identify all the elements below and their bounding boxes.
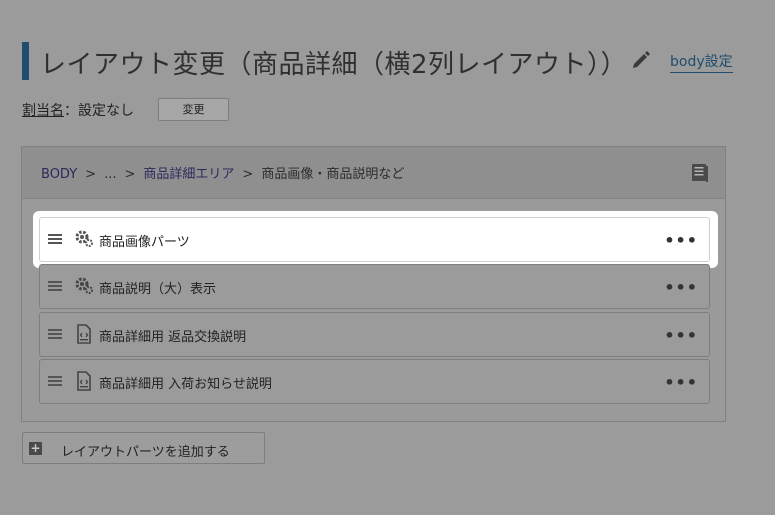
- breadcrumb-ellipsis[interactable]: ...: [104, 167, 116, 182]
- assignment-row: 割当名：設定なし: [22, 100, 134, 120]
- add-layout-part-button[interactable]: + レイアウトパーツを追加する: [22, 432, 265, 464]
- drag-handle-icon[interactable]: [48, 281, 62, 293]
- breadcrumb-separator: >: [124, 167, 136, 182]
- title-accent-bar: [22, 42, 29, 80]
- gears-icon: [75, 230, 93, 247]
- breadcrumb-separator: >: [85, 167, 97, 182]
- breadcrumb: BODY >... > 商品詳細エリア > 商品画像・商品説明など: [41, 163, 404, 182]
- part-item-restock-notice[interactable]: 商品詳細用 入荷お知らせ説明 •••: [39, 359, 710, 404]
- part-label: 商品詳細用 返品交換説明: [99, 330, 247, 345]
- pencil-icon[interactable]: [630, 48, 652, 70]
- breadcrumb-current: 商品画像・商品説明など: [261, 167, 405, 182]
- gears-icon: [75, 277, 93, 294]
- more-options-icon[interactable]: •••: [664, 278, 698, 297]
- body-settings-link[interactable]: body設定: [670, 51, 733, 73]
- assignment-separator: ：: [64, 103, 78, 119]
- html-document-icon: [77, 371, 91, 391]
- part-item-return-exchange[interactable]: 商品詳細用 返品交換説明 •••: [39, 312, 710, 357]
- part-item-product-image[interactable]: 商品画像パーツ •••: [39, 217, 710, 262]
- document-icon[interactable]: [691, 163, 709, 183]
- panel-header: BODY >... > 商品詳細エリア > 商品画像・商品説明など: [22, 147, 725, 199]
- drag-handle-icon[interactable]: [48, 329, 62, 341]
- part-item-product-description[interactable]: 商品説明（大）表示 •••: [39, 264, 710, 309]
- drag-handle-icon[interactable]: [48, 376, 62, 388]
- breadcrumb-body[interactable]: BODY: [41, 167, 77, 182]
- assignment-label: 割当名: [22, 103, 64, 119]
- plus-icon: +: [29, 441, 42, 455]
- page-title: レイアウト変更（商品詳細（横2列レイアウト））: [40, 50, 628, 80]
- html-document-icon: [77, 324, 91, 344]
- assignment-value: 設定なし: [78, 103, 134, 119]
- part-label: 商品画像パーツ: [99, 235, 190, 250]
- part-label: 商品詳細用 入荷お知らせ説明: [99, 377, 272, 392]
- more-options-icon[interactable]: •••: [664, 231, 698, 250]
- breadcrumb-product-detail-area[interactable]: 商品詳細エリア: [143, 167, 234, 182]
- more-options-icon[interactable]: •••: [664, 373, 698, 392]
- more-options-icon[interactable]: •••: [664, 326, 698, 345]
- part-label: 商品説明（大）表示: [99, 282, 217, 297]
- change-button[interactable]: 変更: [158, 98, 229, 121]
- add-layout-part-label: レイアウトパーツを追加する: [61, 445, 230, 460]
- breadcrumb-separator: >: [242, 167, 254, 182]
- drag-handle-icon[interactable]: [48, 234, 62, 246]
